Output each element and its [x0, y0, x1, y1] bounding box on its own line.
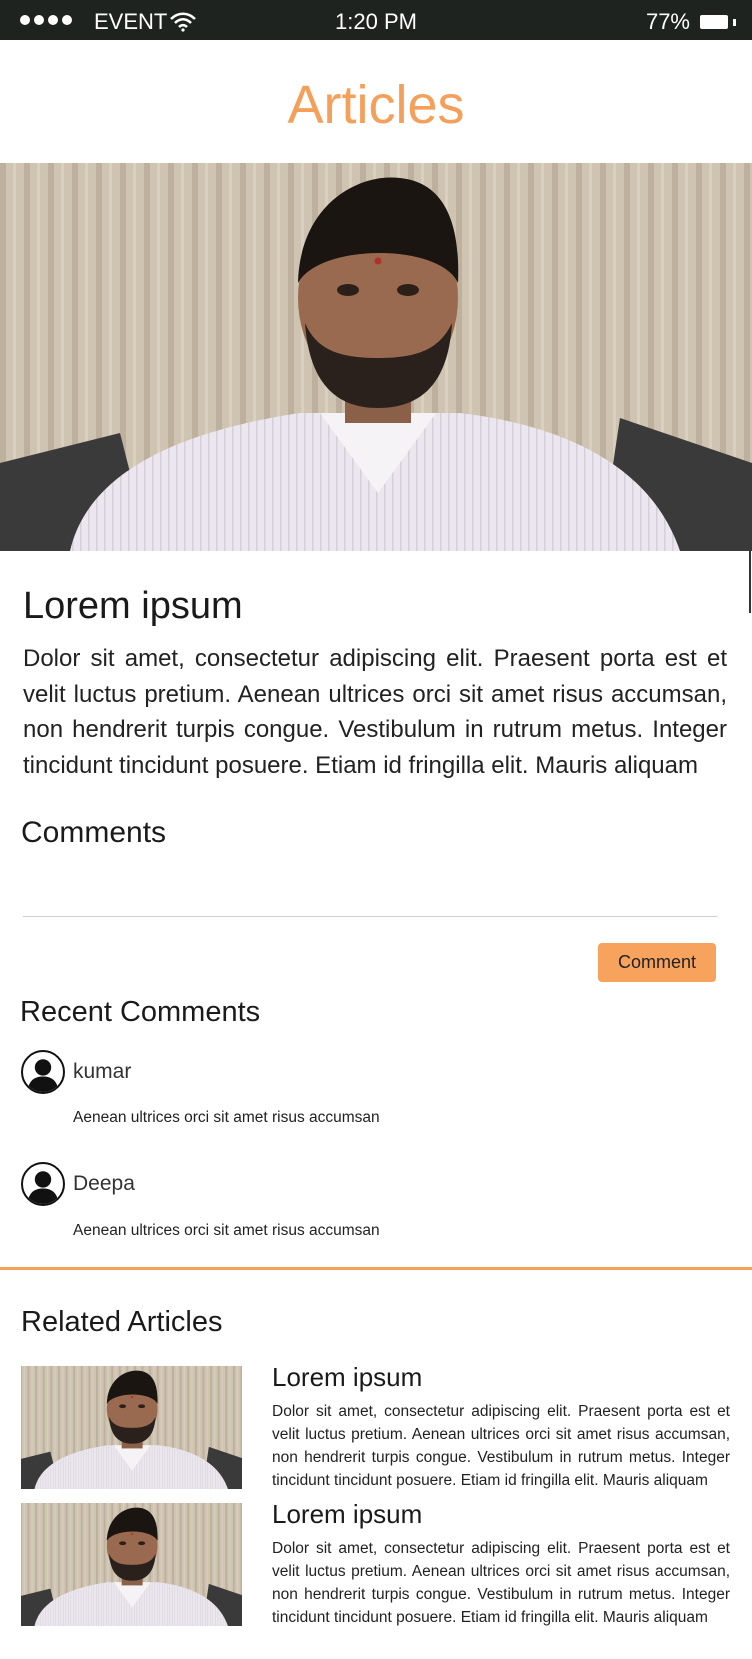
related-article-title[interactable]: Lorem ipsum: [272, 1362, 422, 1393]
avatar: [21, 1162, 65, 1206]
battery-tip: [733, 19, 736, 26]
comment-text: Aenean ultrices orci sit amet risus accu…: [73, 1222, 380, 1239]
related-articles-heading: Related Articles: [21, 1306, 223, 1338]
page-title: Articles: [287, 75, 465, 135]
comment-author: Deepa: [73, 1172, 135, 1195]
avatar: [21, 1050, 65, 1094]
related-article-thumbnail[interactable]: [21, 1366, 242, 1489]
user-avatar-icon: [23, 1164, 63, 1204]
article-hero-image: [0, 163, 752, 551]
related-article-summary: Dolor sit amet, consectetur adipiscing e…: [272, 1403, 730, 1489]
comment-input[interactable]: [23, 866, 717, 917]
related-article-title[interactable]: Lorem ipsum: [272, 1499, 422, 1530]
comments-heading: Comments: [21, 816, 167, 849]
battery-icon: [700, 15, 728, 29]
comment-button[interactable]: Comment: [598, 943, 716, 982]
related-article-thumbnail[interactable]: [21, 1503, 242, 1626]
scroll-indicator[interactable]: [749, 551, 751, 613]
section-divider: [0, 1267, 752, 1270]
recent-comments-heading: Recent Comments: [20, 996, 261, 1028]
related-article-summary: Dolor sit amet, consectetur adipiscing e…: [272, 1540, 730, 1626]
article-body: Dolor sit amet, consectetur adipiscing e…: [23, 645, 727, 779]
comment-author: kumar: [73, 1060, 132, 1083]
status-time: 1:20 PM: [335, 9, 417, 34]
user-avatar-icon: [23, 1052, 63, 1092]
comment-text: Aenean ultrices orci sit amet risus accu…: [73, 1109, 380, 1126]
battery-percentage: 77%: [645, 9, 690, 34]
status-bar: EVENT 1:20 PM 77%: [0, 0, 752, 40]
article-title: Lorem ipsum: [23, 585, 243, 627]
